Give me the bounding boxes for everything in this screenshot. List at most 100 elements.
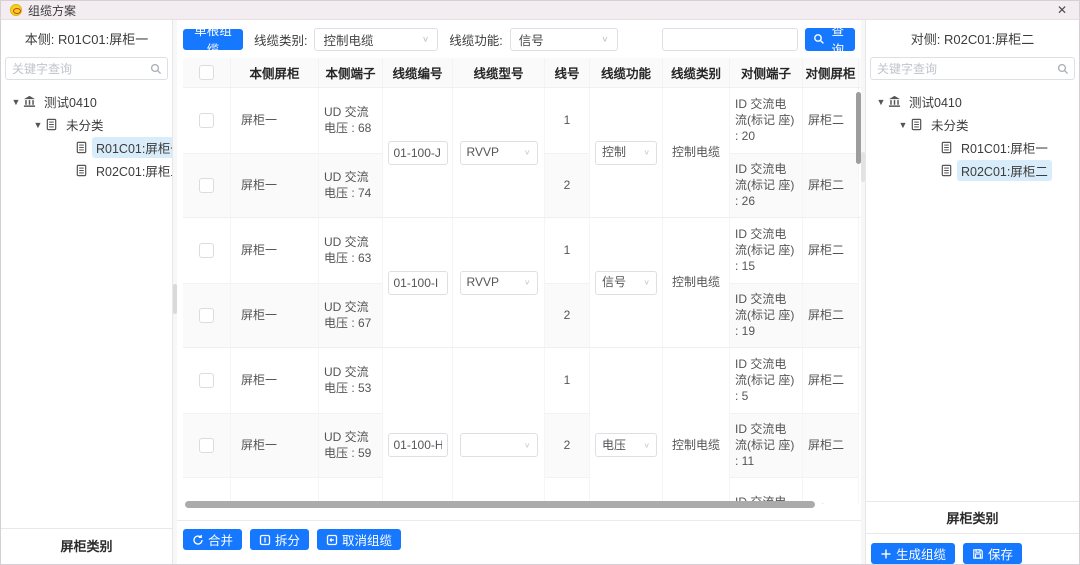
cabinet-icon [940, 141, 953, 154]
tree-item-label: R01C01:屏柜一 [957, 137, 1052, 158]
cable-function-select[interactable]: 信号 ∨ [510, 28, 618, 51]
right-splitter[interactable] [861, 20, 865, 564]
query-button-label: 查询 [829, 20, 847, 58]
local-terminal-cell: UD 交流 [319, 477, 383, 504]
generate-group-button-label: 生成组缆 [896, 544, 946, 563]
cable-group: 屏柜一UD 交流 电压 : 681ID 交流电 流(标记 座) : 20屏柜二屏… [183, 88, 861, 218]
generate-group-button[interactable]: 生成组缆 [871, 543, 955, 564]
cable-function-row-select[interactable]: 信号∨ [595, 271, 657, 295]
horizontal-scrollbar-thumb[interactable] [185, 501, 815, 508]
tree-item-local-未分类[interactable]: ▼ 未分类 [1, 113, 172, 136]
checkbox-cell [183, 88, 231, 153]
merge-button[interactable]: 合并 [183, 529, 242, 550]
caret-down-icon[interactable]: ▼ [9, 97, 23, 107]
cable-model-select[interactable]: RVVP∨ [460, 271, 538, 295]
split-button[interactable]: 拆分 [250, 529, 309, 550]
row-checkbox[interactable] [199, 373, 214, 388]
caret-down-icon[interactable]: ▼ [31, 120, 45, 130]
tree-item-label: 未分类 [62, 114, 108, 135]
row-checkbox[interactable] [199, 308, 214, 323]
save-button-label: 保存 [988, 544, 1013, 563]
remote-cabinet-cell: 屏柜二 [803, 348, 859, 413]
local-side-title: 本侧: R01C01:屏柜一 [1, 20, 172, 55]
local-cabinet-tree: ▼ 测试0410 ▼ 未分类R01C01:屏柜一R02C01:屏柜二 [1, 86, 172, 528]
local-side-label: 本侧: [25, 32, 55, 47]
column-header: 线缆功能 [590, 58, 663, 87]
column-header: 对侧端子 [730, 58, 803, 87]
line-number-cell: 2 [545, 283, 590, 348]
cable-model-select[interactable]: ∨ [460, 433, 538, 457]
local-cabinet-cell: 屏柜一 [231, 283, 319, 348]
tree-item-local-R01C01:屏柜一[interactable]: R01C01:屏柜一 [1, 136, 172, 159]
local-search-box [5, 57, 168, 80]
search-icon[interactable] [145, 63, 167, 75]
local-search-input[interactable] [6, 62, 145, 76]
checkbox-cell [183, 348, 231, 413]
window-title: 组缆方案 [28, 2, 76, 19]
row-checkbox[interactable] [199, 113, 214, 128]
local-terminal-cell: UD 交流 电压 : 63 [319, 218, 383, 283]
cable-category-cell: 控制电缆 [663, 218, 730, 347]
tree-item-remote-R02C01:屏柜二[interactable]: R02C01:屏柜二 [866, 159, 1079, 182]
remote-side-value: R02C01:屏柜二 [944, 32, 1034, 47]
caret-down-icon[interactable]: ▼ [874, 97, 888, 107]
cable-number-cell [383, 218, 453, 347]
left-splitter[interactable] [173, 20, 177, 564]
tree-item-label: 测试0410 [40, 91, 101, 112]
table-search-input[interactable] [662, 28, 798, 51]
cable-model-select[interactable]: RVVP∨ [460, 141, 538, 165]
tree-item-remote-测试0410[interactable]: ▼测试0410 [866, 90, 1079, 113]
split-icon [259, 534, 271, 546]
cable-table: 本侧屏柜本侧端子线缆编号线缆型号线号线缆功能线缆类别对侧端子对侧屏柜 屏柜一UD… [183, 58, 861, 510]
close-icon[interactable]: ✕ [1054, 3, 1070, 17]
select-all-checkbox[interactable] [199, 65, 214, 80]
search-icon[interactable] [1052, 63, 1074, 75]
cable-category-cell: 控制电缆 [663, 88, 730, 217]
merge-icon [192, 534, 204, 546]
single-cable-button[interactable]: 单根组缆 [183, 29, 243, 50]
line-number-cell: 3 [545, 477, 590, 504]
save-button[interactable]: 保存 [963, 543, 1022, 564]
cabinet-icon [45, 118, 58, 131]
row-checkbox[interactable] [199, 178, 214, 193]
cabinet-icon [940, 164, 953, 177]
cancel-group-button[interactable]: 取消组缆 [317, 529, 401, 550]
tree-item-remote-R01C01:屏柜一[interactable]: R01C01:屏柜一 [866, 136, 1079, 159]
tree-item-local-R02C01:屏柜二[interactable]: R02C01:屏柜二 [1, 159, 172, 182]
splitter-grip[interactable] [173, 284, 177, 314]
cable-function-row-select[interactable]: 电压∨ [595, 433, 657, 457]
caret-down-icon[interactable]: ▼ [896, 120, 910, 130]
row-checkbox[interactable] [199, 438, 214, 453]
query-button[interactable]: 查询 [805, 28, 855, 51]
cable-number-input[interactable] [388, 433, 448, 457]
cabinet-icon [75, 141, 88, 154]
line-number-cell: 1 [545, 88, 590, 153]
local-terminal-cell: UD 交流 电压 : 68 [319, 88, 383, 153]
cabinet-icon [75, 164, 88, 177]
cable-number-input[interactable] [388, 141, 448, 165]
chevron-down-icon: ∨ [643, 440, 650, 450]
splitter-grip[interactable] [861, 152, 865, 182]
local-terminal-cell: UD 交流 电压 : 59 [319, 413, 383, 478]
remote-cabinet-cell: 屏柜二 [803, 88, 859, 153]
chevron-down-icon: ∨ [643, 148, 650, 158]
cable-function-row-select[interactable]: 控制∨ [595, 141, 657, 165]
cable-category-select[interactable]: 控制电缆 ∨ [314, 28, 438, 51]
tree-item-remote-未分类[interactable]: ▼未分类 [866, 113, 1079, 136]
building-icon [888, 95, 901, 108]
remote-cabinet-cell: 屏柜二 [803, 413, 859, 478]
main-area: 单根组缆 线缆类别: 控制电缆 ∨ 线缆功能: 信号 ∨ 查询 [177, 20, 861, 564]
cable-category-label: 线缆类别: [254, 30, 307, 49]
remote-side-panel: 对侧: R02C01:屏柜二 ▼测试0410▼未分类R01C01:屏柜一R02C… [865, 20, 1079, 564]
tree-item-local-测试0410[interactable]: ▼ 测试0410 [1, 90, 172, 113]
row-checkbox[interactable] [199, 243, 214, 258]
tree-item-label: R01C01:屏柜一 [92, 137, 172, 158]
remote-search-input[interactable] [871, 62, 1052, 76]
cable-function-cell: 电压∨ [590, 348, 663, 504]
cabinet-icon [910, 118, 923, 131]
checkbox-cell [183, 218, 231, 283]
cable-function-value: 信号 [519, 30, 544, 49]
plus-icon [880, 548, 892, 560]
cable-function-cell: 信号∨ [590, 218, 663, 347]
cable-number-input[interactable] [388, 271, 448, 295]
